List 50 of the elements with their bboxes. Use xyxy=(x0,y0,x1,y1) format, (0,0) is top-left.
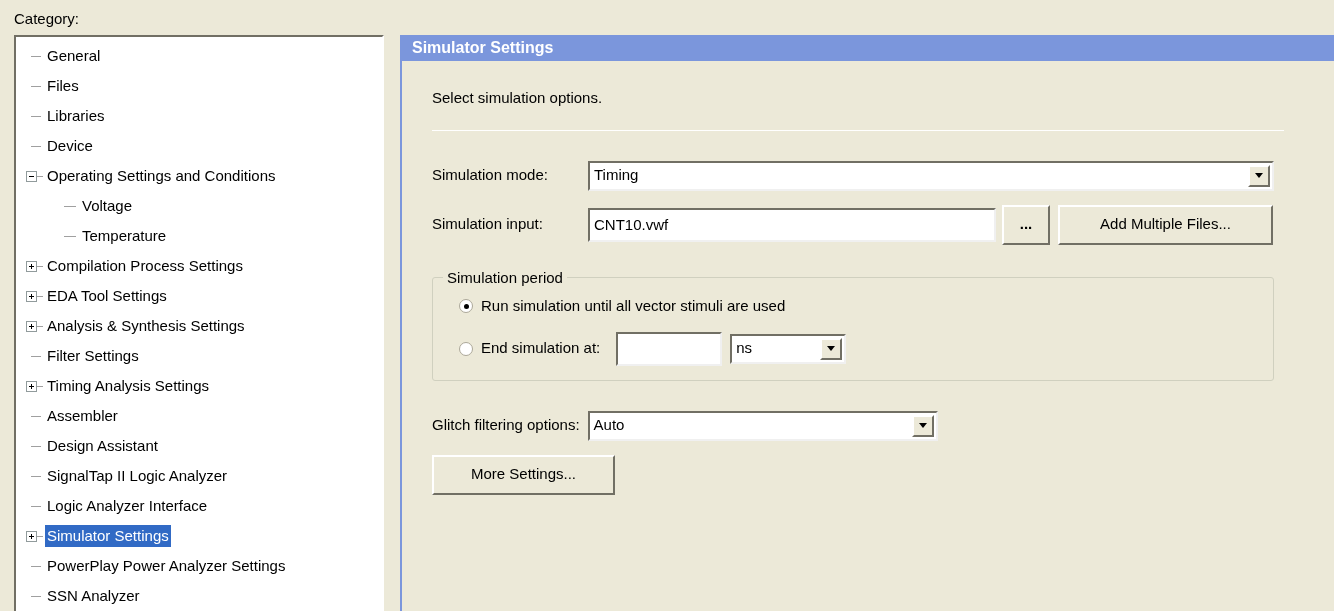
plus-icon[interactable] xyxy=(26,260,37,272)
tree-item[interactable]: General xyxy=(45,44,103,68)
description: Select simulation options. xyxy=(432,88,604,108)
tree-item[interactable]: Voltage xyxy=(80,194,135,218)
tree-item[interactable]: Filter Settings xyxy=(45,344,141,368)
field-label: Simulation input: xyxy=(432,214,544,235)
tree-item[interactable]: Design Assistant xyxy=(45,434,160,458)
tree-item[interactable]: Operating Settings and Conditions xyxy=(45,164,278,188)
caret-icon xyxy=(827,346,836,351)
plus-icon[interactable] xyxy=(26,290,37,302)
tree-item[interactable]: PowerPlay Power Analyzer Settings xyxy=(45,554,288,578)
input-field[interactable]: CNT10.vwf xyxy=(588,207,996,242)
tree-item[interactable]: SSN Analyzer xyxy=(45,584,142,608)
tree-item[interactable]: Analysis & Synthesis Settings xyxy=(45,314,247,338)
radio-button[interactable] xyxy=(459,299,473,314)
unit-dropdown[interactable]: ns xyxy=(730,333,847,364)
minus-icon[interactable] xyxy=(26,170,37,182)
tree-item[interactable]: Temperature xyxy=(80,224,169,248)
tree-item[interactable]: Assembler xyxy=(45,404,120,428)
tree-item[interactable]: Device xyxy=(45,134,95,158)
browse-button[interactable]: ... xyxy=(1002,204,1050,245)
add-files-button[interactable]: Add Multiple Files... xyxy=(1058,204,1273,245)
dropdown-button[interactable] xyxy=(1248,164,1270,187)
tree-item[interactable]: EDA Tool Settings xyxy=(45,284,169,308)
glitch-dropdown[interactable]: Auto xyxy=(587,410,938,441)
tree-item[interactable]: Libraries xyxy=(45,104,107,128)
group-title: Simulation period xyxy=(446,267,564,288)
more-settings-button[interactable]: More Settings... xyxy=(432,454,615,495)
tree-item[interactable]: Files xyxy=(45,74,81,98)
tree-item[interactable]: Timing Analysis Settings xyxy=(45,374,211,398)
dropdown-button[interactable] xyxy=(820,337,843,360)
plus-icon[interactable] xyxy=(26,320,37,332)
tree-item[interactable]: Compilation Process Settings xyxy=(45,254,245,278)
tree-item[interactable]: SignalTap II Logic Analyzer xyxy=(45,464,230,488)
radio-label: End simulation at: xyxy=(481,338,601,359)
radio-button[interactable] xyxy=(459,341,473,356)
mode-dropdown[interactable]: Timing xyxy=(588,160,1274,191)
plus-icon[interactable] xyxy=(26,380,37,392)
field-label: Simulation mode: xyxy=(432,165,549,186)
time-field[interactable] xyxy=(616,331,723,366)
caret-icon xyxy=(1255,173,1263,178)
tree-item[interactable]: Simulator Settings xyxy=(45,524,171,548)
category-label: Category: xyxy=(13,9,81,29)
tree-item[interactable]: Logic Analyzer Interface xyxy=(45,494,210,518)
panel-header: Simulator Settings xyxy=(402,35,1334,61)
radio-label: Run simulation until all vector stimuli are used xyxy=(481,296,786,316)
plus-icon[interactable] xyxy=(26,530,37,542)
caret-icon xyxy=(918,423,927,428)
dropdown-button[interactable] xyxy=(911,414,934,437)
field-label: Glitch filtering options: xyxy=(432,415,580,436)
